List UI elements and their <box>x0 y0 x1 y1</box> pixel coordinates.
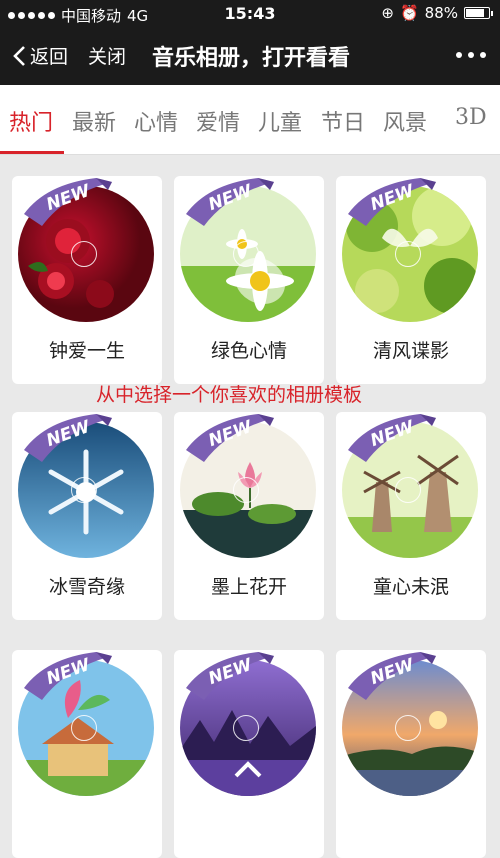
nav-bar: 返回 关闭 音乐相册，打开看看 <box>0 28 500 85</box>
new-badge: NEW <box>16 412 136 466</box>
template-title: 墨上花开 <box>210 576 287 598</box>
tab-love[interactable]: 爱情 <box>196 105 240 137</box>
new-badge: NEW <box>178 650 298 704</box>
alarm-icon: ⏰ <box>399 4 419 22</box>
play-ring-icon <box>71 241 97 267</box>
status-bar: 中国移动 4G 15:43 ⊕ ⏰ 88% <box>0 0 500 28</box>
play-ring-icon <box>71 715 97 741</box>
back-button[interactable]: 返回 <box>12 42 68 69</box>
play-ring-icon <box>395 241 421 267</box>
tab-latest[interactable]: 最新 <box>72 105 116 137</box>
back-label: 返回 <box>30 46 69 68</box>
template-title: 冰雪奇缘 <box>48 576 125 598</box>
play-ring-icon <box>233 477 259 503</box>
new-badge: NEW <box>16 650 136 704</box>
play-ring-icon <box>395 715 421 741</box>
active-tab-indicator <box>0 151 64 154</box>
template-card[interactable]: NEW 绿色心情 <box>174 176 324 384</box>
template-card[interactable]: NEW 童心未泯 <box>336 412 486 620</box>
battery-fill <box>466 9 485 17</box>
battery-percent: 88% <box>424 4 458 22</box>
chevron-left-icon <box>13 45 25 66</box>
new-badge: NEW <box>16 176 136 230</box>
tab-scenery[interactable]: 风景 <box>383 105 427 137</box>
instruction-overlay: 从中选择一个你喜欢的相册模板 <box>96 384 363 406</box>
tab-holiday[interactable]: 节日 <box>321 105 365 137</box>
new-badge: NEW <box>178 176 298 230</box>
new-badge: NEW <box>340 412 460 466</box>
rotation-lock-icon: ⊕ <box>381 4 394 22</box>
tab-mood[interactable]: 心情 <box>134 105 178 137</box>
more-button[interactable] <box>456 52 486 58</box>
status-right: ⊕ ⏰ 88% <box>381 4 493 22</box>
template-card[interactable]: NEW 钟爱一生 <box>12 176 162 384</box>
battery-icon <box>464 7 493 19</box>
play-ring-icon <box>395 477 421 503</box>
play-ring-icon <box>233 715 259 741</box>
template-title: 童心未泯 <box>372 576 449 598</box>
template-card[interactable]: NEW <box>174 650 324 858</box>
template-card[interactable]: NEW 冰雪奇缘 <box>12 412 162 620</box>
tab-children[interactable]: 儿童 <box>258 105 302 137</box>
template-title: 钟爱一生 <box>48 340 125 362</box>
template-title: 清风谍影 <box>372 340 449 362</box>
template-card[interactable]: NEW 墨上花开 <box>174 412 324 620</box>
tab-hot[interactable]: 热门 <box>9 105 53 137</box>
close-button[interactable]: 关闭 <box>88 42 126 69</box>
play-ring-icon <box>233 241 259 267</box>
new-badge: NEW <box>340 176 460 230</box>
tab-3d[interactable]: 3D <box>455 105 487 130</box>
template-card[interactable]: NEW 清风谍影 <box>336 176 486 384</box>
template-card[interactable]: NEW <box>336 650 486 858</box>
play-ring-icon <box>71 477 97 503</box>
new-badge: NEW <box>340 650 460 704</box>
category-tabs: 热门 最新 心情 爱情 儿童 节日 风景 3D <box>0 85 500 155</box>
page-title: 音乐相册，打开看看 <box>152 46 351 71</box>
new-badge: NEW <box>178 412 298 466</box>
template-card[interactable]: NEW <box>12 650 162 858</box>
template-title: 绿色心情 <box>210 340 287 362</box>
